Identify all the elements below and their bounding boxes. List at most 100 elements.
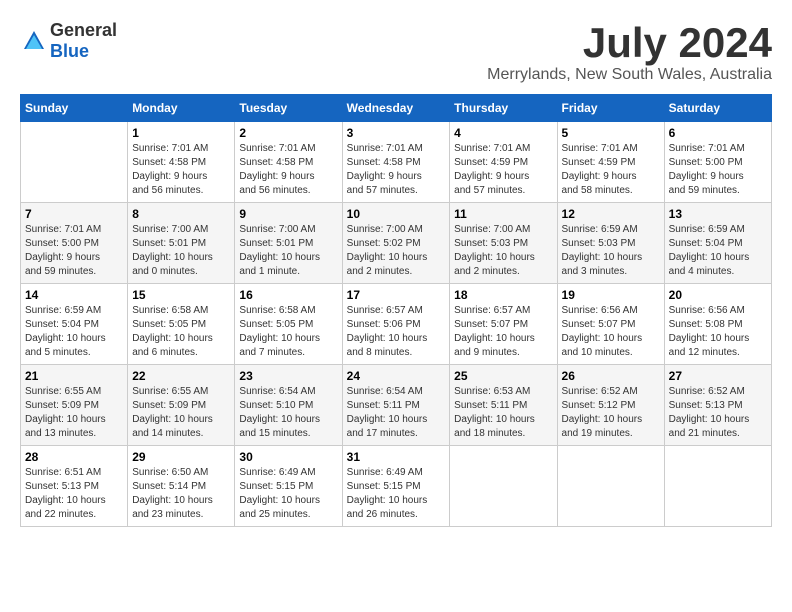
day-info: Sunrise: 6:59 AMSunset: 5:03 PMDaylight:… [562,223,660,279]
calendar-cell: 28 Sunrise: 6:51 AMSunset: 5:13 PMDayligh… [21,446,128,527]
day-info: Sunrise: 7:01 AMSunset: 4:59 PMDaylight:… [562,142,660,198]
day-info: Sunrise: 6:54 AMSunset: 5:10 PMDaylight:… [239,385,337,441]
calendar-cell: 12 Sunrise: 6:59 AMSunset: 5:03 PMDayligh… [557,203,664,284]
day-number: 8 [132,207,230,221]
column-header-friday: Friday [557,95,664,122]
calendar-cell: 19 Sunrise: 6:56 AMSunset: 5:07 PMDayligh… [557,284,664,365]
day-info: Sunrise: 6:53 AMSunset: 5:11 PMDaylight:… [454,385,552,441]
calendar-cell: 4Sunrise: 7:01 AMSunset: 4:59 PMDaylight… [450,122,557,203]
day-info: Sunrise: 6:51 AMSunset: 5:13 PMDaylight:… [25,466,123,522]
calendar-cell: 15 Sunrise: 6:58 AMSunset: 5:05 PMDayligh… [128,284,235,365]
column-header-sunday: Sunday [21,95,128,122]
day-info: Sunrise: 6:57 AMSunset: 5:07 PMDaylight:… [454,304,552,360]
calendar-cell: 8 Sunrise: 7:00 AMSunset: 5:01 PMDaylight… [128,203,235,284]
day-number: 1 [132,126,230,140]
logo-text-general: General [50,20,117,40]
calendar-cell: 29 Sunrise: 6:50 AMSunset: 5:14 PMDayligh… [128,446,235,527]
day-number: 14 [25,288,123,302]
day-number: 20 [669,288,767,302]
column-header-monday: Monday [128,95,235,122]
week-row-1: 1 Sunrise: 7:01 AMSunset: 4:58 PMDaylight… [21,122,772,203]
week-row-4: 21 Sunrise: 6:55 AMSunset: 5:09 PMDayligh… [21,365,772,446]
day-number: 3 [347,126,446,140]
calendar-cell: 13 Sunrise: 6:59 AMSunset: 5:04 PMDayligh… [664,203,771,284]
week-row-3: 14 Sunrise: 6:59 AMSunset: 5:04 PMDayligh… [21,284,772,365]
day-number: 22 [132,369,230,383]
calendar-cell: 9 Sunrise: 7:00 AMSunset: 5:01 PMDaylight… [235,203,342,284]
location-title: Merrylands, New South Wales, Australia [487,66,772,84]
calendar-cell: 22 Sunrise: 6:55 AMSunset: 5:09 PMDayligh… [128,365,235,446]
calendar-cell: 14 Sunrise: 6:59 AMSunset: 5:04 PMDayligh… [21,284,128,365]
day-number: 15 [132,288,230,302]
week-row-5: 28 Sunrise: 6:51 AMSunset: 5:13 PMDayligh… [21,446,772,527]
day-info: Sunrise: 6:52 AMSunset: 5:12 PMDaylight:… [562,385,660,441]
calendar-header-row: SundayMondayTuesdayWednesdayThursdayFrid… [21,95,772,122]
day-number: 26 [562,369,660,383]
logo-icon [20,27,48,55]
day-info: Sunrise: 7:01 AMSunset: 4:59 PMDaylight:… [454,142,552,198]
day-number: 28 [25,450,123,464]
day-info: Sunrise: 6:55 AMSunset: 5:09 PMDaylight:… [132,385,230,441]
calendar-cell [450,446,557,527]
day-number: 13 [669,207,767,221]
calendar-cell: 16 Sunrise: 6:58 AMSunset: 5:05 PMDayligh… [235,284,342,365]
calendar-cell: 1 Sunrise: 7:01 AMSunset: 4:58 PMDaylight… [128,122,235,203]
day-info: Sunrise: 6:50 AMSunset: 5:14 PMDaylight:… [132,466,230,522]
day-info: Sunrise: 7:01 AMSunset: 5:00 PMDaylight:… [25,223,123,279]
day-info: Sunrise: 7:01 AMSunset: 4:58 PMDaylight:… [239,142,337,198]
day-info: Sunrise: 6:49 AMSunset: 5:15 PMDaylight:… [239,466,337,522]
day-info: Sunrise: 7:00 AMSunset: 5:01 PMDaylight:… [132,223,230,279]
day-info: Sunrise: 6:59 AMSunset: 5:04 PMDaylight:… [669,223,767,279]
week-row-2: 7Sunrise: 7:01 AMSunset: 5:00 PMDaylight… [21,203,772,284]
day-number: 17 [347,288,446,302]
day-info: Sunrise: 7:00 AMSunset: 5:02 PMDaylight:… [347,223,446,279]
day-number: 2 [239,126,337,140]
day-number: 31 [347,450,446,464]
calendar-table: SundayMondayTuesdayWednesdayThursdayFrid… [20,94,772,527]
calendar-cell: 31 Sunrise: 6:49 AMSunset: 5:15 PMDayligh… [342,446,450,527]
column-header-saturday: Saturday [664,95,771,122]
calendar-cell: 25 Sunrise: 6:53 AMSunset: 5:11 PMDayligh… [450,365,557,446]
calendar-cell: 30Sunrise: 6:49 AMSunset: 5:15 PMDayligh… [235,446,342,527]
calendar-cell: 23Sunrise: 6:54 AMSunset: 5:10 PMDayligh… [235,365,342,446]
day-info: Sunrise: 6:58 AMSunset: 5:05 PMDaylight:… [132,304,230,360]
day-info: Sunrise: 6:59 AMSunset: 5:04 PMDaylight:… [25,304,123,360]
day-number: 16 [239,288,337,302]
day-number: 25 [454,369,552,383]
day-number: 21 [25,369,123,383]
day-info: Sunrise: 6:52 AMSunset: 5:13 PMDaylight:… [669,385,767,441]
calendar-cell: 7Sunrise: 7:01 AMSunset: 5:00 PMDaylight… [21,203,128,284]
day-info: Sunrise: 6:56 AMSunset: 5:07 PMDaylight:… [562,304,660,360]
day-info: Sunrise: 7:00 AMSunset: 5:01 PMDaylight:… [239,223,337,279]
day-info: Sunrise: 7:01 AMSunset: 4:58 PMDaylight:… [132,142,230,198]
day-info: Sunrise: 6:49 AMSunset: 5:15 PMDaylight:… [347,466,446,522]
day-info: Sunrise: 6:56 AMSunset: 5:08 PMDaylight:… [669,304,767,360]
calendar-cell: 3 Sunrise: 7:01 AMSunset: 4:58 PMDaylight… [342,122,450,203]
day-info: Sunrise: 6:57 AMSunset: 5:06 PMDaylight:… [347,304,446,360]
calendar-cell [21,122,128,203]
day-info: Sunrise: 6:54 AMSunset: 5:11 PMDaylight:… [347,385,446,441]
day-info: Sunrise: 6:58 AMSunset: 5:05 PMDaylight:… [239,304,337,360]
day-number: 18 [454,288,552,302]
calendar-cell: 17 Sunrise: 6:57 AMSunset: 5:06 PMDayligh… [342,284,450,365]
day-number: 10 [347,207,446,221]
calendar-body: 1 Sunrise: 7:01 AMSunset: 4:58 PMDaylight… [21,122,772,527]
logo: General Blue [20,20,117,62]
page-header: General Blue July 2024 Merrylands, New S… [20,20,772,84]
day-number: 29 [132,450,230,464]
day-info: Sunrise: 7:01 AMSunset: 4:58 PMDaylight:… [347,142,446,198]
calendar-cell: 2 Sunrise: 7:01 AMSunset: 4:58 PMDaylight… [235,122,342,203]
calendar-cell: 24Sunrise: 6:54 AMSunset: 5:11 PMDayligh… [342,365,450,446]
title-area: July 2024 Merrylands, New South Wales, A… [487,20,772,84]
day-number: 6 [669,126,767,140]
day-info: Sunrise: 6:55 AMSunset: 5:09 PMDaylight:… [25,385,123,441]
day-number: 11 [454,207,552,221]
day-number: 12 [562,207,660,221]
calendar-cell: 6Sunrise: 7:01 AMSunset: 5:00 PMDaylight… [664,122,771,203]
calendar-cell [557,446,664,527]
calendar-cell: 10 Sunrise: 7:00 AMSunset: 5:02 PMDayligh… [342,203,450,284]
day-number: 9 [239,207,337,221]
day-number: 19 [562,288,660,302]
day-number: 27 [669,369,767,383]
calendar-cell: 21 Sunrise: 6:55 AMSunset: 5:09 PMDayligh… [21,365,128,446]
